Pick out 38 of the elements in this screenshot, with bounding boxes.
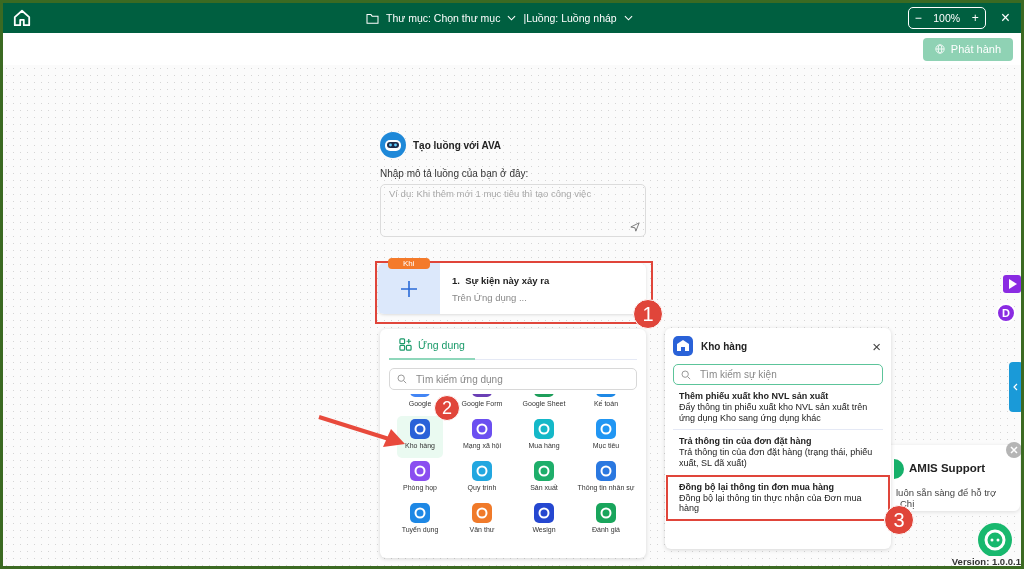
event-item[interactable]: Trả thông tin của đơn đặt hàng Trả thông tin của đơn đặt hàng (trạng thái, phiếu xuất, SL đã xuất) [673,430,883,476]
warehouse-icon [673,336,693,356]
folder-selector[interactable]: Thư mục: Chọn thư mục [386,12,501,24]
chat-icon [894,459,904,479]
chevron-icon[interactable] [623,15,633,21]
robot-avatar-icon [380,132,406,158]
folder-icon [366,12,379,24]
close-button[interactable]: × [870,337,883,355]
support-text: luôn sẵn sàng để hỗ trợ [896,487,997,498]
event-search-field[interactable]: Tìm kiếm sự kiện [673,364,883,385]
zoom-out-button[interactable]: − [914,11,922,25]
close-icon[interactable] [1006,442,1021,458]
event-item[interactable]: Thêm phiếu xuất kho NVL sản xuất Đẩy thông tin phiếu xuất kho NVL sản xuất trên ứng dụng Kho sang ứng dụng khác [673,385,883,431]
support-title: AMIS Support [909,462,986,474]
search-icon [681,370,691,380]
event-panel-title: Kho hàng [701,340,749,352]
apps-tab[interactable]: Ứng dụng [389,335,475,360]
chevron-icon[interactable] [507,15,517,21]
prompt-input[interactable]: Ví dụ: Khi thêm mới 1 mục tiêu thì tạo công việc [380,184,646,237]
zoom-level: 100% [933,12,961,24]
plus-icon[interactable] [401,280,417,297]
play-icon[interactable] [1003,275,1021,293]
globe-icon [934,44,945,54]
apps-grid-icon [399,338,412,351]
chatbot-icon[interactable] [978,523,1012,557]
search-icon [397,374,407,384]
version-text: Version: 1.0.0.1 [951,556,1021,566]
app-search-field[interactable]: Tìm kiếm ứng dụng [389,368,637,390]
home-icon[interactable] [13,9,31,27]
trigger-tag: Khi [388,258,430,269]
prompt-label: Nhập mô tả luồng của bạn ở đây: [380,168,530,179]
trigger-subtitle: Trên Ứng dụng ... [452,291,528,303]
flow-selector[interactable]: |Luồng: Luồng nháp [523,12,617,24]
ava-title: Tạo luồng với AVA [413,139,502,151]
trigger-title: 1. Sự kiện này xảy ra [452,274,550,286]
zoom-in-button[interactable]: + [971,11,979,25]
close-button[interactable]: × [997,9,1013,27]
send-icon[interactable] [630,222,640,232]
